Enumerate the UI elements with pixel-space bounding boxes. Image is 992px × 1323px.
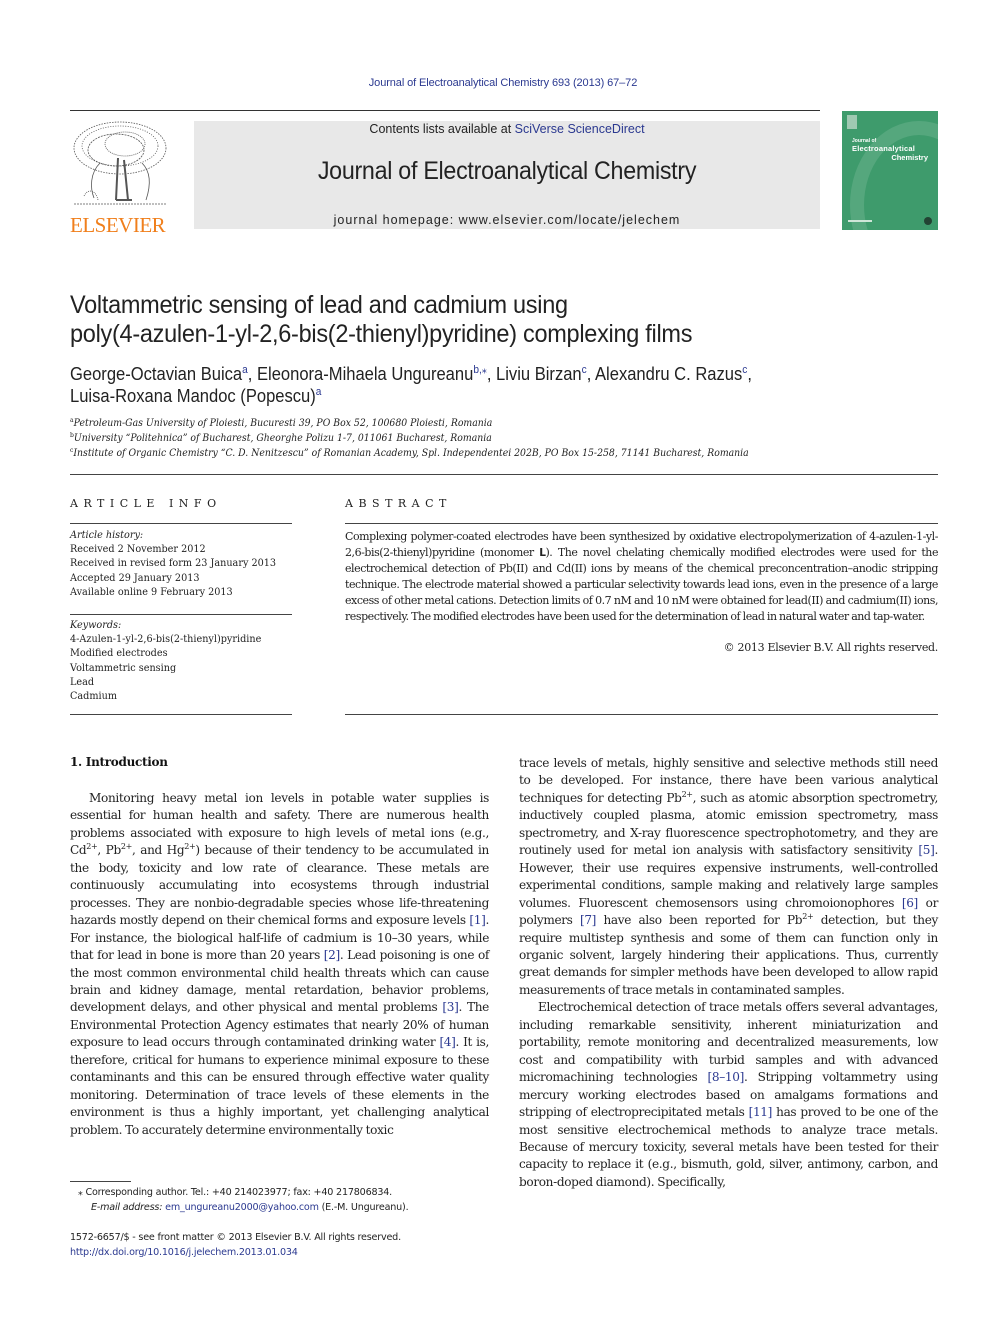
citation-link[interactable]: [2] — [324, 948, 340, 962]
citation-link[interactable]: [6] — [902, 896, 918, 910]
section-heading-introduction: 1. Introduction — [70, 755, 168, 769]
article-history: Article history: Received 2 November 201… — [70, 528, 289, 599]
journal-title: Journal of Electroanalytical Chemistry — [317, 157, 697, 185]
paragraph: Electrochemical detection of trace metal… — [519, 1000, 938, 1189]
author[interactable]: George-Octavian Buicaa — [70, 364, 248, 384]
abstract-heading: ABSTRACT — [345, 497, 452, 510]
cover-footer-bar — [848, 220, 872, 222]
citation-link[interactable]: [11] — [749, 1105, 773, 1119]
keyword-item: Cadmium — [70, 690, 117, 703]
issn-text: 1572-6657/$ - see front matter © 2013 El… — [70, 1232, 401, 1243]
email-link[interactable]: em_ungureanu2000@yahoo.com — [165, 1202, 319, 1213]
abstract-rule — [345, 714, 938, 715]
citation-link[interactable]: [3] — [442, 1000, 458, 1014]
contents-prefix: Contents lists available at — [369, 122, 515, 136]
paragraph: Monitoring heavy metal ion levels in pot… — [70, 791, 490, 1137]
author-list: George-Octavian Buicaa, Eleonora-Mihaela… — [70, 364, 752, 406]
corresponding-author-text: Corresponding author. Tel.: +40 21402397… — [85, 1187, 393, 1198]
keyword-item: Voltammetric sensing — [70, 661, 177, 674]
corresponding-author-footnote: ⁎ Corresponding author. Tel.: +40 214023… — [78, 1187, 409, 1213]
abstract-text: Complexing polymer-coated electrodes hav… — [345, 530, 938, 623]
elsevier-wordmark: ELSEVIER — [70, 213, 166, 237]
elsevier-tree-icon — [73, 121, 167, 205]
affiliation-b: bUniversity “Politehnica” of Bucharest, … — [70, 431, 492, 444]
citation-link[interactable]: [1] — [469, 913, 485, 927]
article-title-line1: Voltammetric sensing of lead and cadmium… — [70, 291, 568, 319]
author-affil-sup[interactable]: b,⁎ — [473, 364, 487, 376]
keyword-item: Modified electrodes — [70, 647, 168, 660]
keywords-label: Keywords: — [70, 619, 122, 631]
affiliations: aPetroleum-Gas University of Ploiesti, B… — [70, 416, 777, 461]
cover-title-line3: Chemistry — [891, 153, 928, 162]
keyword-item: 4-Azulen-1-yl-2,6-bis(2-thienyl)pyridine — [70, 633, 262, 646]
cover-title-line2: Electroanalytical — [852, 144, 916, 153]
author[interactable]: Eleonora-Mihaela Ungureanub,⁎ — [257, 364, 487, 384]
journal-cover-thumbnail[interactable]: Journal of Electroanalytical Chemistry — [842, 111, 938, 230]
history-item: Available online 9 February 2013 — [70, 585, 233, 598]
paragraph: trace levels of metals, highly sensitive… — [519, 756, 939, 997]
citation-link[interactable]: [5] — [918, 843, 934, 857]
article-info-rule — [70, 714, 292, 715]
issn-block: 1572-6657/$ - see front matter © 2013 El… — [70, 1231, 490, 1260]
history-item: Received 2 November 2012 — [70, 543, 206, 556]
superscript: 2+ — [184, 842, 196, 852]
affiliation-a: aPetroleum-Gas University of Ploiesti, B… — [70, 416, 493, 429]
body-column-left: Monitoring heavy metal ion levels in pot… — [70, 790, 489, 1139]
footnote-rule — [70, 1181, 131, 1182]
cover-elsevier-box — [847, 115, 857, 129]
keyword-item: Lead — [70, 675, 95, 688]
article-info-heading: ARTICLE INFO — [70, 497, 222, 510]
author[interactable]: Alexandru C. Razusc — [595, 364, 747, 384]
author-affil-sup[interactable]: a — [316, 386, 322, 398]
elsevier-logo[interactable]: ELSEVIER — [70, 118, 172, 237]
citation-link[interactable]: [8–10] — [708, 1070, 745, 1084]
history-item: Received in revised form 23 January 2013 — [70, 557, 277, 570]
keywords: Keywords: 4-Azulen-1-yl-2,6-bis(2-thieny… — [70, 618, 289, 703]
superscript: 2+ — [120, 842, 132, 852]
journal-banner: Contents lists available at SciVerse Sci… — [194, 121, 820, 229]
citation-link[interactable]: [7] — [580, 913, 596, 927]
article-info-rule — [70, 523, 292, 524]
superscript: 2+ — [802, 912, 814, 922]
abstract-rule — [345, 523, 938, 524]
journal-homepage-link[interactable]: journal homepage: www.elsevier.com/locat… — [194, 213, 820, 227]
body-column-right: trace levels of metals, highly sensitive… — [519, 755, 938, 1191]
superscript: 2+ — [86, 842, 98, 852]
contents-availability: Contents lists available at SciVerse Sci… — [194, 122, 820, 136]
article-info-rule — [70, 614, 292, 615]
running-head[interactable]: Journal of Electroanalytical Chemistry 6… — [0, 77, 992, 89]
history-item: Accepted 29 January 2013 — [70, 571, 200, 584]
abstract-copyright: © 2013 Elsevier B.V. All rights reserved… — [723, 641, 939, 654]
article-history-label: Article history: — [70, 529, 144, 541]
doi-link[interactable]: http://dx.doi.org/10.1016/j.jelechem.201… — [70, 1246, 490, 1261]
email-label: E-mail address: — [91, 1201, 163, 1213]
title-block-rule — [70, 474, 938, 475]
cover-seal-icon — [924, 217, 932, 225]
footnote-star: ⁎ — [78, 1187, 83, 1198]
article-title-line2: poly(4-azulen-1-yl-2,6-bis(2-thienyl)pyr… — [70, 320, 693, 348]
header-rule — [70, 110, 820, 111]
article-title: Voltammetric sensing of lead and cadmium… — [70, 291, 878, 349]
author[interactable]: Liviu Birzanc — [496, 364, 587, 384]
affiliation-c: cInstitute of Organic Chemistry “C. D. N… — [70, 446, 749, 459]
author[interactable]: Luisa-Roxana Mandoc (Popescu)a — [70, 386, 321, 406]
sciencedirect-link[interactable]: SciVerse ScienceDirect — [515, 122, 645, 136]
citation-link[interactable]: [4] — [439, 1035, 455, 1049]
superscript: 2+ — [681, 789, 693, 799]
